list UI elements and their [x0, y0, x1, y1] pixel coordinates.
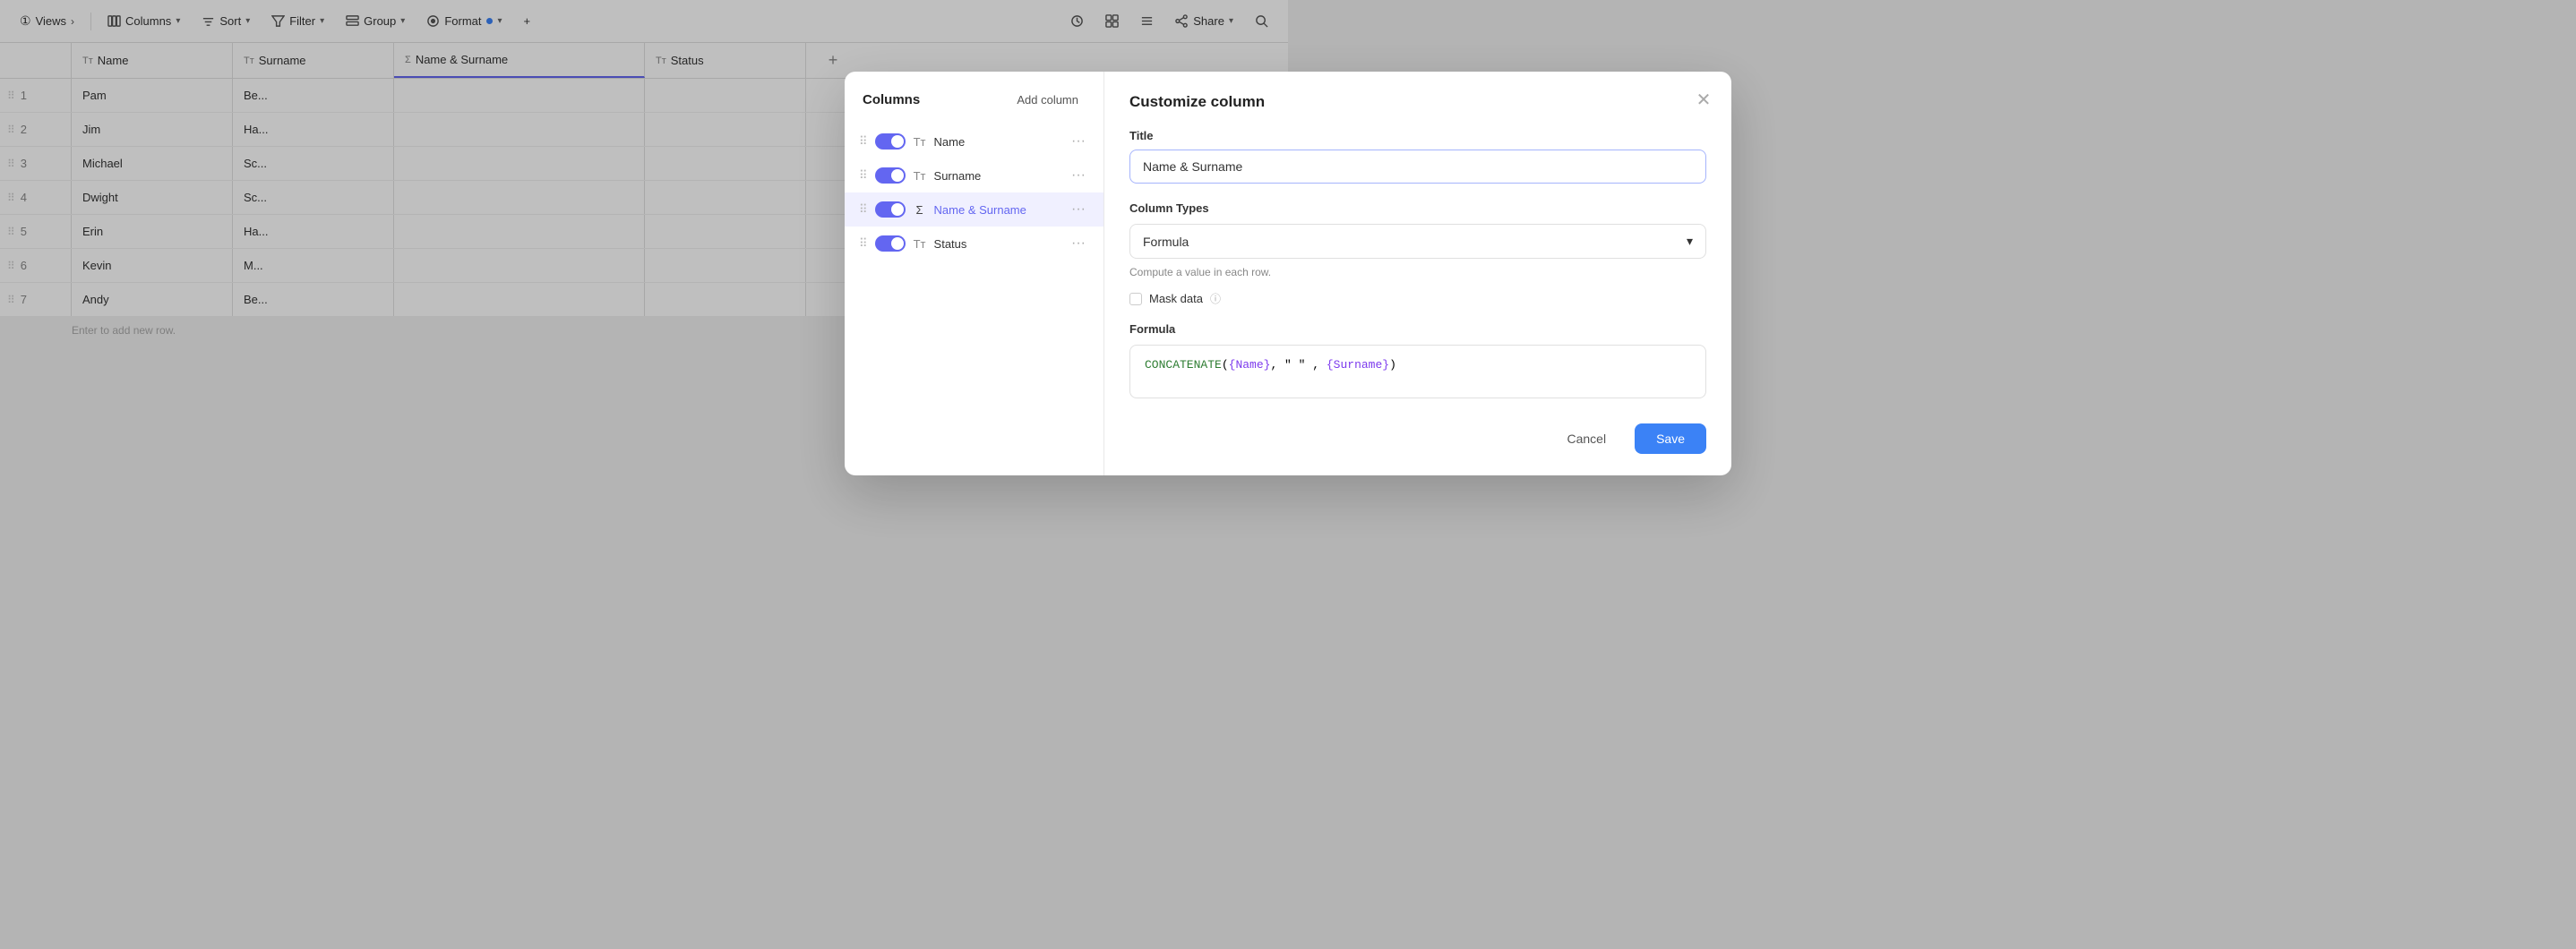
drag-surname: ⠿	[859, 168, 868, 183]
drag-ns: ⠿	[859, 202, 868, 217]
col-type-value: Formula	[1143, 235, 1189, 249]
more-btn-ns[interactable]: ···	[1068, 200, 1089, 219]
formula-open: (	[1222, 358, 1229, 372]
col-list-label-status: Status	[934, 237, 1060, 251]
mask-info-icon: ⓘ	[1210, 291, 1221, 306]
drag-name: ⠿	[859, 134, 868, 149]
toggle-status[interactable]	[875, 235, 906, 252]
mask-checkbox[interactable]	[1129, 293, 1142, 305]
modal-right-title: Customize column	[1129, 93, 1706, 111]
toggle-knob-ns	[891, 203, 904, 216]
col-type-select[interactable]: Formula ▾	[1129, 224, 1706, 259]
col-list-item-ns[interactable]: ⠿ Σ Name & Surname ···	[845, 192, 1103, 227]
toggle-knob-surname	[891, 169, 904, 182]
toggle-knob-name	[891, 135, 904, 148]
formula-field-surname: {Surname}	[1327, 358, 1389, 372]
toggle-ns[interactable]	[875, 201, 906, 218]
formula-field-name: {Name}	[1229, 358, 1271, 372]
drag-status: ⠿	[859, 236, 868, 251]
col-list-label-surname: Surname	[934, 169, 1060, 183]
more-btn-name[interactable]: ···	[1068, 132, 1089, 151]
customize-column-modal: Columns Add column ⠿ Tт Name ··· ⠿ Tт Su…	[845, 72, 1731, 475]
modal-footer: Cancel Save	[1129, 423, 1706, 454]
modal-customize-panel: ✕ Customize column Title Column Types Fo…	[1104, 72, 1731, 475]
formula-func: CONCATENATE	[1145, 358, 1222, 372]
toggle-surname[interactable]	[875, 167, 906, 184]
modal-columns-title: Columns	[863, 92, 920, 107]
mask-row: Mask data ⓘ	[1129, 291, 1706, 306]
col-list-label-ns: Name & Surname	[934, 203, 1060, 217]
add-column-button[interactable]: Add column	[1009, 90, 1086, 110]
mask-data-label: Mask data	[1149, 292, 1203, 305]
col-list-label-name: Name	[934, 135, 1060, 149]
modal-left-header: Columns Add column	[845, 90, 1103, 124]
col-list-item-name[interactable]: ⠿ Tт Name ···	[845, 124, 1103, 158]
formula-label: Formula	[1129, 322, 1706, 336]
more-btn-surname[interactable]: ···	[1068, 166, 1089, 185]
col-type-icon-ns: Σ	[913, 203, 927, 217]
col-list-item-status[interactable]: ⠿ Tт Status ···	[845, 227, 1103, 261]
formula-box[interactable]: CONCATENATE({Name}, " " , {Surname})	[1129, 345, 1706, 398]
modal-columns-panel: Columns Add column ⠿ Tт Name ··· ⠿ Tт Su…	[845, 72, 1104, 475]
title-field-label: Title	[1129, 129, 1706, 142]
formula-close: )	[1389, 358, 1396, 372]
col-list-item-surname[interactable]: ⠿ Tт Surname ···	[845, 158, 1103, 192]
save-button[interactable]: Save	[1635, 423, 1706, 454]
more-btn-status[interactable]: ···	[1068, 234, 1089, 253]
col-type-chevron: ▾	[1687, 234, 1693, 249]
formula-sep: , " " ,	[1270, 358, 1326, 372]
col-types-label: Column Types	[1129, 201, 1706, 215]
formula-section: Formula CONCATENATE({Name}, " " , {Surna…	[1129, 322, 1706, 398]
col-type-icon-name: Tт	[913, 135, 927, 149]
col-type-icon-status: Tт	[913, 237, 927, 251]
toggle-knob-status	[891, 237, 904, 250]
cancel-button[interactable]: Cancel	[1549, 423, 1624, 454]
modal-close-button[interactable]: ✕	[1690, 86, 1717, 113]
toggle-name[interactable]	[875, 133, 906, 150]
compute-hint: Compute a value in each row.	[1129, 266, 1706, 278]
col-type-icon-surname: Tт	[913, 169, 927, 183]
title-input[interactable]	[1129, 150, 1706, 184]
